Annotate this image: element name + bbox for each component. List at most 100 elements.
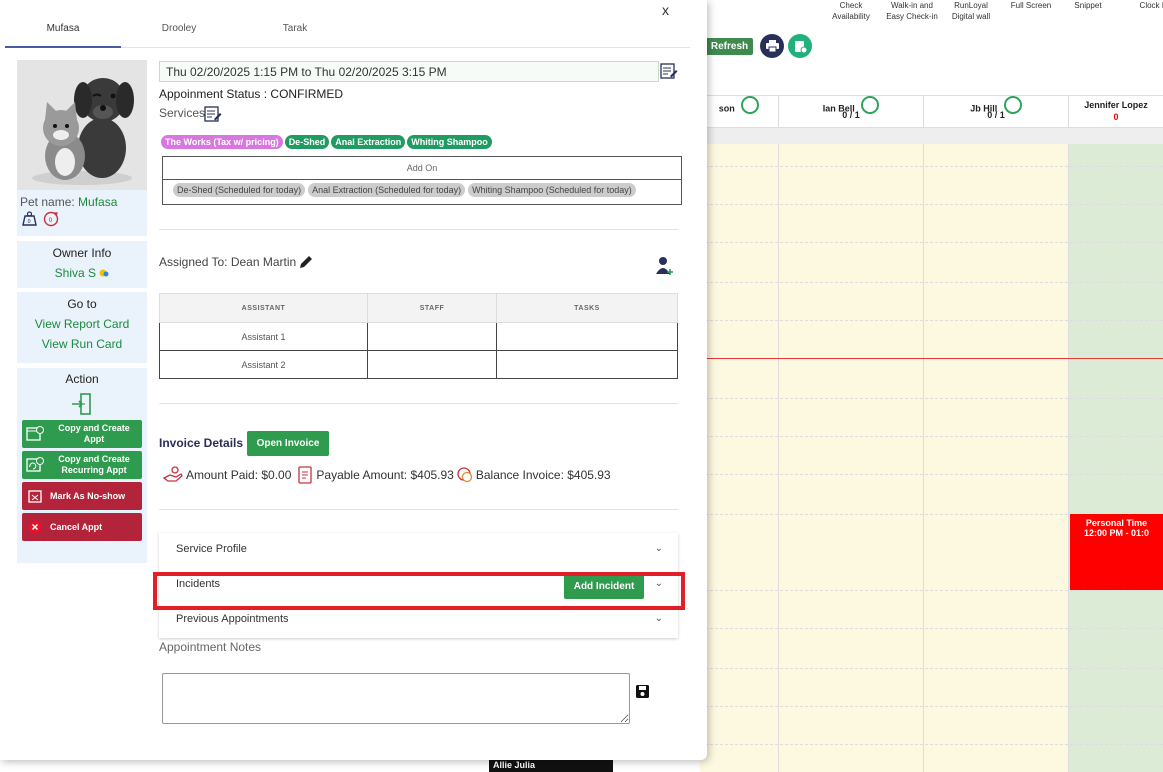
tab-tarak[interactable]: Tarak [237, 23, 353, 34]
grid-line [700, 474, 1163, 475]
calendar-column[interactable] [923, 144, 1068, 772]
invoice-details-title: Invoice Details [159, 436, 244, 450]
addon-box: Add On De-Shed (Scheduled for today) Ana… [162, 156, 682, 205]
divider [159, 509, 678, 510]
owner-info-card: Owner Info Shiva S [17, 241, 147, 288]
owner-badge-icon [99, 269, 109, 277]
table-row: Assistant 1 [159, 322, 678, 351]
print-button[interactable] [760, 34, 784, 58]
calendar-x-icon [26, 487, 44, 505]
service-tag: Anal Extraction [331, 135, 406, 149]
table-cell[interactable] [367, 322, 497, 351]
service-tag: De-Shed [284, 135, 330, 149]
personal-time-block[interactable]: Personal Time 12:00 PM - 01:0 [1070, 514, 1163, 590]
grid-line [700, 590, 1163, 591]
grid-line [700, 628, 1163, 629]
invoice-summary: Amount Paid: $0.00 Payable Amount: $405.… [163, 466, 611, 484]
grid-line [700, 668, 1163, 669]
column-header: ASSISTANT [159, 293, 368, 323]
grid-line [700, 282, 1163, 283]
nav-walk-in[interactable]: Walk-in and Easy Check-in [882, 0, 942, 22]
appointment-date-range[interactable]: Thu 02/20/2025 1:15 PM to Thu 02/20/2025… [159, 61, 659, 82]
staff-calendar-icon[interactable] [741, 96, 760, 114]
table-cell[interactable] [367, 350, 497, 379]
edit-date-icon[interactable] [660, 62, 678, 80]
tab-mufasa[interactable]: Mufasa [5, 23, 121, 48]
table-cell[interactable] [496, 322, 678, 351]
view-report-card-link[interactable]: View Report Card [17, 317, 147, 331]
pet-name-value: Mufasa [78, 195, 118, 209]
cancel-circle-icon [26, 518, 44, 536]
save-icon[interactable] [636, 685, 649, 698]
table-cell: Assistant 1 [159, 322, 368, 351]
visit-count-icon[interactable]: 0 [43, 211, 59, 227]
addon-title: Add On [163, 157, 681, 180]
assigned-to-text: Assigned To: Dean Martin [159, 255, 297, 269]
copy-create-appt-button[interactable]: Copy and Create Appt [22, 420, 142, 448]
pet-avatar [17, 60, 147, 190]
grid-line [700, 166, 1163, 167]
pencil-icon[interactable] [299, 255, 313, 269]
appointment-notes-input[interactable] [162, 673, 630, 724]
divider [159, 229, 678, 230]
invoice-document-icon [298, 466, 313, 484]
mark-no-show-button[interactable]: Mark As No-show [22, 482, 142, 510]
staff-calendar-icon[interactable] [861, 96, 880, 114]
weight-icon[interactable]: 0 [22, 211, 37, 226]
chevron-down-icon: ⌄ [654, 613, 663, 624]
no-show-label: Mark As No-show [50, 490, 126, 501]
nav-full-screen[interactable]: Full Screen [1006, 0, 1056, 11]
pet-tabs: Mufasa Drooley Tarak [5, 16, 690, 48]
balance-invoice: Balance Invoice: $405.93 [475, 468, 611, 482]
calendar-column[interactable] [778, 144, 923, 772]
pet-illustration [17, 60, 147, 190]
appointment-block-allie[interactable]: Allie Julia [489, 758, 613, 772]
staff-name: son [718, 103, 735, 114]
pet-icons: 0 0 [17, 211, 147, 227]
owner-name-row: Shiva S [17, 266, 147, 280]
pet-name-row: Pet name: Mufasa [17, 190, 147, 211]
refresh-button[interactable]: Refresh [700, 38, 753, 55]
nav-runloyal-wall[interactable]: RunLoyal Digital wall [946, 0, 996, 22]
calendar-grid [700, 128, 1163, 772]
nav-clock-in[interactable]: Clock In [1134, 0, 1163, 11]
balance-coins-icon [457, 467, 472, 483]
top-nav: Check Availability Walk-in and Easy Chec… [700, 0, 1163, 28]
staff-col-0: son [700, 96, 778, 129]
door-enter-icon [72, 393, 91, 415]
addon-tag: Anal Extraction (Scheduled for today) [308, 183, 466, 197]
personal-time-range: 12:00 PM - 01:0 [1083, 528, 1150, 538]
action-card: Action Copy and Create Appt Copy and Cre… [17, 368, 147, 563]
appointment-status: Appoinment Status : CONFIRMED [159, 87, 344, 101]
tab-drooley[interactable]: Drooley [121, 23, 237, 34]
open-invoice-button[interactable]: Open Invoice [247, 431, 329, 456]
cancel-appt-button[interactable]: Cancel Appt [22, 513, 142, 541]
grid-line [700, 242, 1163, 243]
staff-count: 0 / 1 [842, 110, 860, 120]
amount-paid: Amount Paid: $0.00 [186, 468, 292, 482]
staff-calendar-icon[interactable] [1003, 96, 1022, 114]
table-cell[interactable] [496, 350, 678, 379]
edit-services-icon[interactable] [204, 105, 222, 123]
staff-col-jennifer-lopez: Jennifer Lopez 0 [1068, 96, 1163, 129]
cancel-label: Cancel Appt [50, 521, 103, 532]
accordion-service-profile[interactable]: Service Profile ⌄ [159, 533, 678, 568]
nav-snippet[interactable]: Snippet [1068, 0, 1108, 11]
calendar-column[interactable] [1068, 144, 1163, 772]
copy-create-recurring-button[interactable]: Copy and Create Recurring Appt [22, 451, 142, 479]
printer-icon [765, 40, 779, 52]
add-document-icon [794, 40, 807, 53]
view-run-card-link[interactable]: View Run Card [17, 337, 147, 351]
column-header: STAFF [367, 293, 497, 323]
add-assistant-icon[interactable] [655, 256, 675, 276]
copy-create-label: Copy and Create Appt [58, 423, 130, 444]
calendar-column[interactable] [700, 144, 778, 772]
staff-header: son Ian Bell 0 / 1 Jb Hill 0 / 1 Jennife… [700, 95, 1163, 129]
nav-check-availability[interactable]: Check Availability [826, 0, 876, 22]
accordion-label: Service Profile [176, 543, 247, 555]
check-in-button[interactable] [70, 392, 94, 416]
owner-name-link[interactable]: Shiva S [55, 266, 96, 280]
staff-count: 0 / 1 [987, 110, 1005, 120]
goto-title: Go to [67, 297, 97, 311]
add-appointment-button[interactable] [788, 34, 812, 58]
